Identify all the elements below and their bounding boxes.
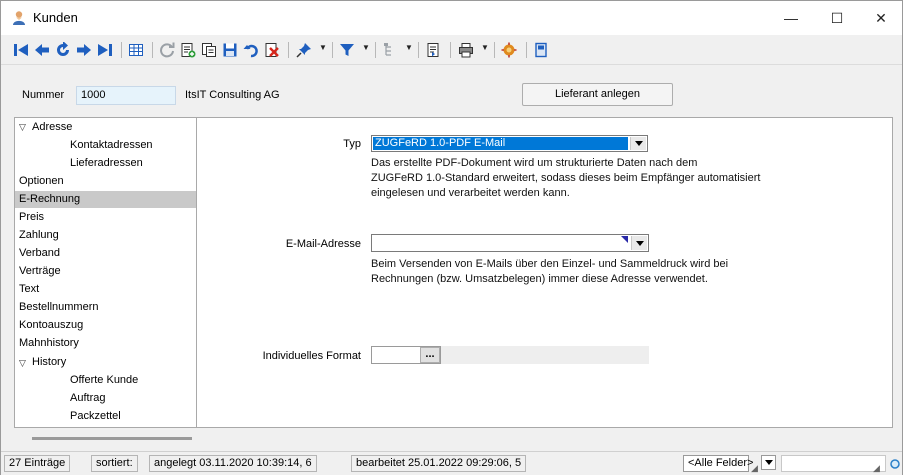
sidebar-item-history[interactable]: History	[32, 354, 196, 371]
lieferant-anlegen-button[interactable]: Lieferant anlegen	[522, 83, 673, 106]
chevron-down-icon[interactable]: ▼	[405, 43, 413, 52]
sidebar-item-packzettel[interactable]: Packzettel	[70, 408, 196, 425]
typ-select[interactable]: ZUGFeRD 1.0-PDF E-Mail	[371, 135, 648, 152]
next-record-icon[interactable]	[74, 40, 94, 60]
close-button[interactable]: ✕	[858, 1, 903, 35]
typ-description-line-3: eingelesen und verarbeitet werden kann.	[371, 187, 570, 199]
pin-icon[interactable]	[294, 40, 314, 60]
created-status: angelegt 03.11.2020 10:39:14, 6	[149, 455, 317, 472]
sidebar-item-bestellnummern[interactable]: Bestellnummern	[19, 299, 196, 316]
search-input[interactable]	[781, 455, 886, 472]
sidebar-item-text[interactable]: Text	[19, 281, 196, 298]
minimize-button[interactable]: —	[768, 1, 814, 35]
settings-icon[interactable]	[499, 40, 519, 60]
toolbar-separator	[526, 42, 527, 58]
save-icon[interactable]	[220, 40, 240, 60]
copy-record-icon[interactable]	[199, 40, 219, 60]
typ-value: ZUGFeRD 1.0-PDF E-Mail	[373, 137, 628, 150]
email-description-line-2: Rechnungen (bzw. Umsatzbelegen) immer di…	[371, 273, 708, 285]
chevron-down-icon[interactable]: ▼	[481, 43, 489, 52]
search-icon[interactable]	[887, 458, 901, 472]
chevron-down-icon[interactable]: ▼	[362, 43, 370, 52]
format-band	[441, 346, 649, 364]
chevron-down-icon[interactable]: ▽	[19, 122, 26, 133]
prev-record-icon[interactable]	[32, 40, 52, 60]
sidebar-item-auftrag[interactable]: Auftrag	[70, 390, 196, 407]
delete-icon[interactable]	[262, 40, 282, 60]
sidebar-item-optionen[interactable]: Optionen	[19, 173, 196, 190]
typ-label: Typ	[343, 138, 361, 150]
first-record-icon[interactable]	[11, 40, 31, 60]
sidebar-item-adresse[interactable]: Adresse	[32, 119, 196, 136]
sidebar-item-lieferadressen[interactable]: Lieferadressen	[70, 155, 196, 172]
toolbar-separator	[332, 42, 333, 58]
sidebar-item-kontaktadressen[interactable]: Kontaktadressen	[70, 137, 196, 154]
tree-icon[interactable]	[380, 40, 400, 60]
field-filter-select[interactable]: <Alle Felder>	[683, 455, 753, 472]
toolbar-separator	[121, 42, 122, 58]
customer-window: Kunden — ☐ ✕ ▼ ▼ ▼ ▼ Nummer 1000 ItsIT C…	[0, 0, 903, 475]
sidebar-item-offerte-kunde[interactable]: Offerte Kunde	[70, 372, 196, 389]
sidebar-item-mahnhistory[interactable]: Mahnhistory	[19, 335, 196, 352]
toolbar-separator	[288, 42, 289, 58]
resize-grip-icon: ◢	[751, 463, 758, 473]
table-view-icon[interactable]	[126, 40, 146, 60]
field-marker-icon	[621, 236, 628, 243]
toolbar: ▼ ▼ ▼ ▼	[1, 35, 902, 65]
toolbar-separator	[494, 42, 495, 58]
window-title: Kunden	[33, 10, 78, 25]
format-browse-button[interactable]: ...	[420, 347, 440, 363]
exit-icon[interactable]	[531, 40, 551, 60]
sidebar-item-zahlung[interactable]: Zahlung	[19, 227, 196, 244]
email-label: E-Mail-Adresse	[285, 238, 361, 250]
last-record-icon[interactable]	[95, 40, 115, 60]
nummer-field[interactable]: 1000	[76, 86, 176, 105]
horizontal-scrollbar[interactable]	[32, 437, 192, 440]
email-field[interactable]	[371, 234, 649, 252]
toolbar-separator	[152, 42, 153, 58]
chevron-down-icon[interactable]	[631, 236, 647, 250]
title-bar: Kunden — ☐ ✕	[1, 1, 902, 35]
company-name: ItsIT Consulting AG	[185, 89, 280, 101]
toolbar-separator	[375, 42, 376, 58]
sidebar-nav: ▽ Adresse Kontaktadressen Lieferadressen…	[14, 117, 197, 428]
print-icon[interactable]	[456, 40, 476, 60]
customers-app-icon	[11, 10, 27, 26]
format-label: Individuelles Format	[262, 350, 361, 362]
refresh-record-icon[interactable]	[53, 40, 73, 60]
typ-description-line-2: ZUGFeRD 1.0-Standard erweitert, sodass d…	[371, 172, 761, 184]
chevron-down-icon[interactable]: ▼	[319, 43, 327, 52]
toolbar-separator	[418, 42, 419, 58]
sidebar-item-kontoauszug[interactable]: Kontoauszug	[19, 317, 196, 334]
sort-status: sortiert:	[91, 455, 138, 472]
undo-icon[interactable]	[241, 40, 261, 60]
reload-icon[interactable]	[157, 40, 177, 60]
email-description-line-1: Beim Versenden von E-Mails über den Einz…	[371, 258, 729, 270]
typ-description-line-1: Das erstellte PDF-Dokument wird um struk…	[371, 157, 698, 169]
filter-icon[interactable]	[337, 40, 357, 60]
new-record-icon[interactable]	[178, 40, 198, 60]
document-icon[interactable]	[423, 40, 443, 60]
sidebar-item-vertraege[interactable]: Verträge	[19, 263, 196, 280]
sidebar-item-preis[interactable]: Preis	[19, 209, 196, 226]
nummer-label: Nummer	[22, 89, 65, 101]
resize-grip-icon: ◢	[873, 463, 880, 473]
record-count: 27 Einträge	[4, 455, 71, 472]
toolbar-separator	[450, 42, 451, 58]
sidebar-item-e-rechnung[interactable]: E-Rechnung	[15, 191, 196, 208]
chevron-down-icon[interactable]: ▽	[19, 358, 26, 369]
chevron-down-icon[interactable]	[761, 455, 776, 470]
edited-status: bearbeitet 25.01.2022 09:29:06, 5	[351, 455, 527, 472]
sidebar-item-verband[interactable]: Verband	[19, 245, 196, 262]
maximize-button[interactable]: ☐	[814, 1, 860, 35]
chevron-down-icon[interactable]	[630, 137, 646, 150]
